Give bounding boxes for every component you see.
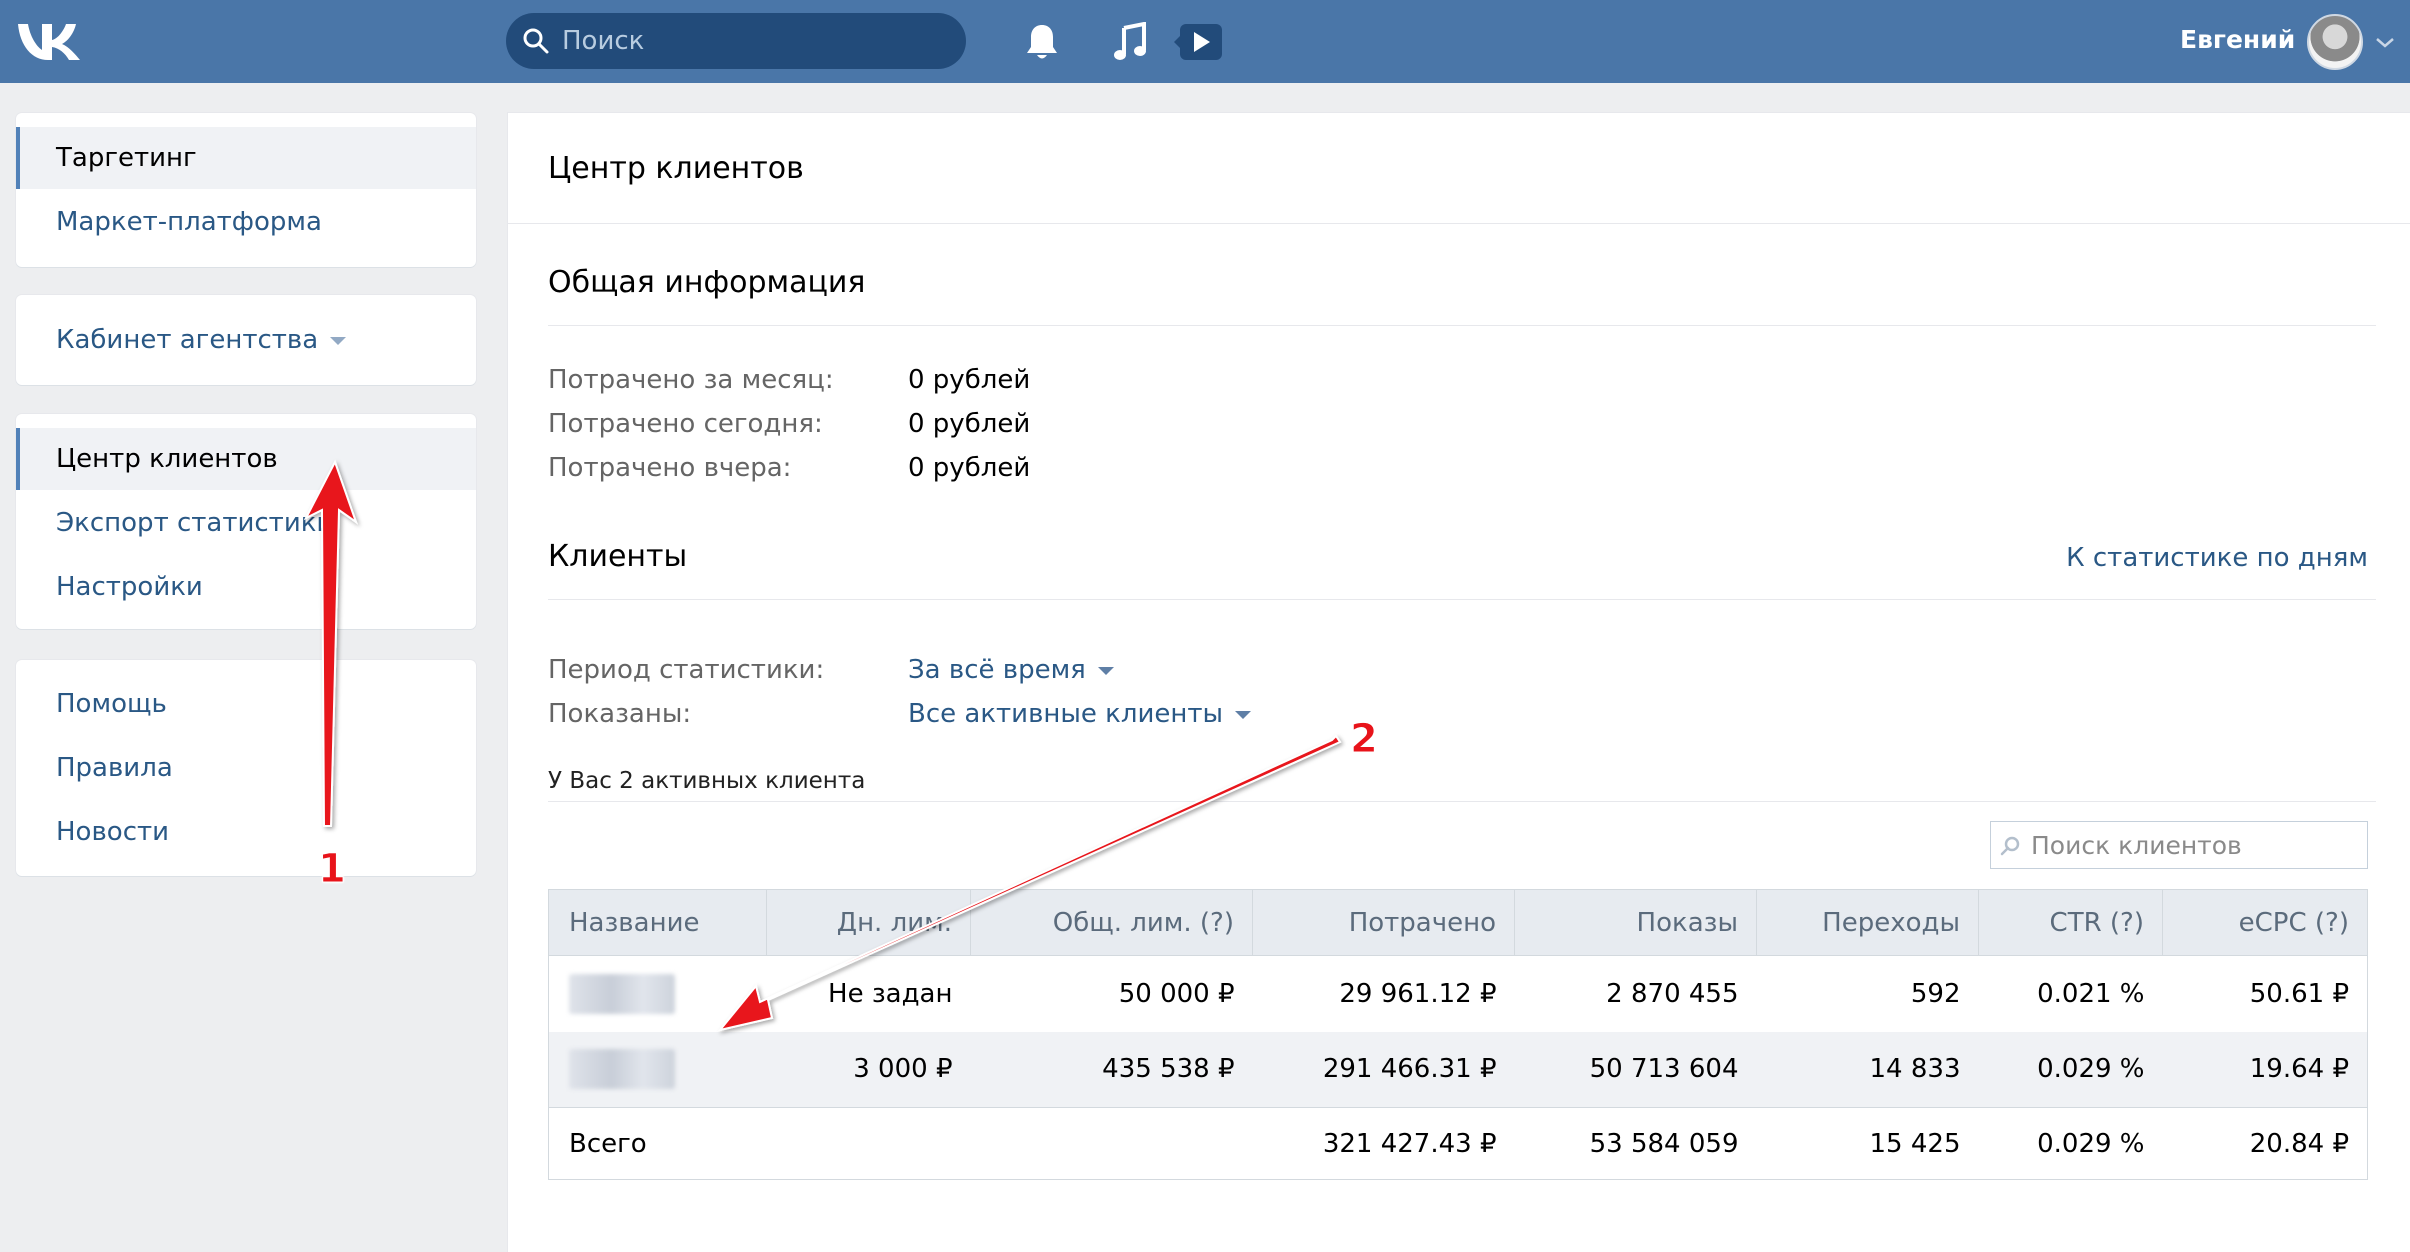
divider xyxy=(548,801,2376,802)
total-limit-cell xyxy=(970,1107,1253,1180)
clients-heading: Клиенты xyxy=(548,539,688,574)
spent-today-label: Потрачено сегодня: xyxy=(548,409,823,439)
vk-logo[interactable] xyxy=(14,18,84,64)
spent-today-value: 0 рублей xyxy=(908,409,1031,439)
shown-dropdown[interactable]: Все активные клиенты xyxy=(908,699,1252,729)
total-ctr-cell: 0.029 % xyxy=(1978,1107,2163,1180)
top-header: Евгений xyxy=(0,0,2410,83)
sidebar-item-news[interactable]: Новости xyxy=(16,801,476,863)
ecpc-cell: 50.61 ₽ xyxy=(2162,955,2368,1032)
sidebar-item-settings[interactable]: Настройки xyxy=(16,556,476,618)
sidebar-item-agency-cabinet[interactable]: Кабинет агентства xyxy=(16,309,476,371)
music-icon[interactable] xyxy=(1112,22,1148,62)
shown-value: Все активные клиенты xyxy=(908,699,1224,729)
spent-yesterday-value: 0 рублей xyxy=(908,453,1031,483)
spent-month-label: Потрачено за месяц: xyxy=(548,365,834,395)
daily-limit-cell: Не задан xyxy=(766,955,971,1032)
search-icon xyxy=(2000,836,2020,856)
col-clicks[interactable]: Переходы xyxy=(1756,889,1979,956)
clicks-cell: 592 xyxy=(1756,955,1979,1032)
dropdown-caret-icon xyxy=(1235,710,1252,719)
total-limit-cell: 50 000 ₽ xyxy=(970,955,1253,1032)
sidebar-block-main: Таргетинг Маркет-платформа xyxy=(16,113,476,267)
search-input[interactable] xyxy=(562,13,942,69)
impressions-cell: 50 713 604 xyxy=(1514,1031,1757,1108)
total-ecpc-cell: 20.84 ₽ xyxy=(2162,1107,2368,1180)
page-title: Центр клиентов xyxy=(548,151,804,186)
sidebar-item-help[interactable]: Помощь xyxy=(16,673,476,735)
col-total-limit[interactable]: Общ. лим. (?) xyxy=(970,889,1253,956)
impressions-cell: 2 870 455 xyxy=(1514,955,1757,1032)
total-spent-cell: 321 427.43 ₽ xyxy=(1252,1107,1515,1180)
client-name-cell[interactable] xyxy=(548,955,767,1032)
daily-limit-cell: 3 000 ₽ xyxy=(766,1031,971,1108)
total-label-cell: Всего xyxy=(548,1107,767,1180)
chevron-down-icon[interactable] xyxy=(2375,37,2395,49)
client-name-cell[interactable] xyxy=(548,1031,767,1108)
clicks-cell: 14 833 xyxy=(1756,1031,1979,1108)
spent-cell: 291 466.31 ₽ xyxy=(1252,1031,1515,1108)
sidebar-item-client-center[interactable]: Центр клиентов xyxy=(16,428,476,490)
search-icon xyxy=(523,28,549,54)
sidebar-item-export-stats[interactable]: Экспорт статистики xyxy=(16,492,476,554)
main-panel: Центр клиентов Общая информация Потрачен… xyxy=(508,113,2410,1252)
avatar[interactable] xyxy=(2307,14,2363,70)
active-clients-count: У Вас 2 активных клиента xyxy=(548,768,866,794)
annotation-label-1: 1 xyxy=(318,846,347,893)
col-impressions[interactable]: Показы xyxy=(1514,889,1757,956)
sidebar-item-rules[interactable]: Правила xyxy=(16,737,476,799)
spent-cell: 29 961.12 ₽ xyxy=(1252,955,1515,1032)
divider xyxy=(548,325,2376,326)
total-impressions-cell: 53 584 059 xyxy=(1514,1107,1757,1180)
total-daily-limit-cell xyxy=(766,1107,971,1180)
spent-yesterday-label: Потрачено вчера: xyxy=(548,453,792,483)
sidebar-item-label: Кабинет агентства xyxy=(56,325,319,355)
period-dropdown[interactable]: За всё время xyxy=(908,655,1114,685)
sidebar-item-targeting[interactable]: Таргетинг xyxy=(16,127,476,189)
period-value: За всё время xyxy=(908,655,1086,685)
blurred-client-name xyxy=(569,1049,675,1090)
total-clicks-cell: 15 425 xyxy=(1756,1107,1979,1180)
table-row[interactable]: 3 000 ₽ 435 538 ₽ 291 466.31 ₽ 50 713 60… xyxy=(548,1031,2368,1108)
sidebar-block-agency: Кабинет агентства xyxy=(16,295,476,385)
table-total-row: Всего 321 427.43 ₽ 53 584 059 15 425 0.0… xyxy=(548,1107,2368,1180)
video-icon[interactable] xyxy=(1174,20,1226,64)
header-search[interactable] xyxy=(506,13,966,69)
shown-label: Показаны: xyxy=(548,699,692,729)
general-info-heading: Общая информация xyxy=(548,265,866,300)
blurred-client-name xyxy=(569,973,675,1014)
table-header-row: Название Дн. лим. Общ. лим. (?) Потрачен… xyxy=(548,889,2368,956)
sidebar-block-clients: Центр клиентов Экспорт статистики Настро… xyxy=(16,414,476,629)
client-search-input[interactable] xyxy=(2031,822,2361,868)
sidebar-block-help: Помощь Правила Новости xyxy=(16,660,476,876)
spent-month-value: 0 рублей xyxy=(908,365,1031,395)
annotation-label-2: 2 xyxy=(1350,716,1379,763)
sidebar-item-market-platform[interactable]: Маркет-платформа xyxy=(16,191,476,253)
ctr-cell: 0.029 % xyxy=(1978,1031,2163,1108)
col-name[interactable]: Название xyxy=(548,889,767,956)
user-name[interactable]: Евгений xyxy=(2180,25,2295,54)
col-ecpc[interactable]: eCPC (?) xyxy=(2162,889,2368,956)
ecpc-cell: 19.64 ₽ xyxy=(2162,1031,2368,1108)
col-daily-limit[interactable]: Дн. лим. xyxy=(766,889,971,956)
divider xyxy=(508,223,2410,224)
divider xyxy=(548,599,2376,600)
col-ctr[interactable]: CTR (?) xyxy=(1978,889,2163,956)
client-search[interactable] xyxy=(1990,821,2368,869)
table-row[interactable]: Не задан 50 000 ₽ 29 961.12 ₽ 2 870 455 … xyxy=(548,955,2368,1032)
dropdown-caret-icon xyxy=(330,336,347,345)
col-spent[interactable]: Потрачено xyxy=(1252,889,1515,956)
stats-by-days-link[interactable]: К статистике по дням xyxy=(2066,543,2368,573)
dropdown-caret-icon xyxy=(1097,666,1114,675)
total-limit-cell: 435 538 ₽ xyxy=(970,1031,1253,1108)
bell-icon[interactable] xyxy=(1024,22,1060,62)
period-label: Период статистики: xyxy=(548,655,825,685)
clients-table: Название Дн. лим. Общ. лим. (?) Потрачен… xyxy=(548,889,2368,1180)
ctr-cell: 0.021 % xyxy=(1978,955,2163,1032)
